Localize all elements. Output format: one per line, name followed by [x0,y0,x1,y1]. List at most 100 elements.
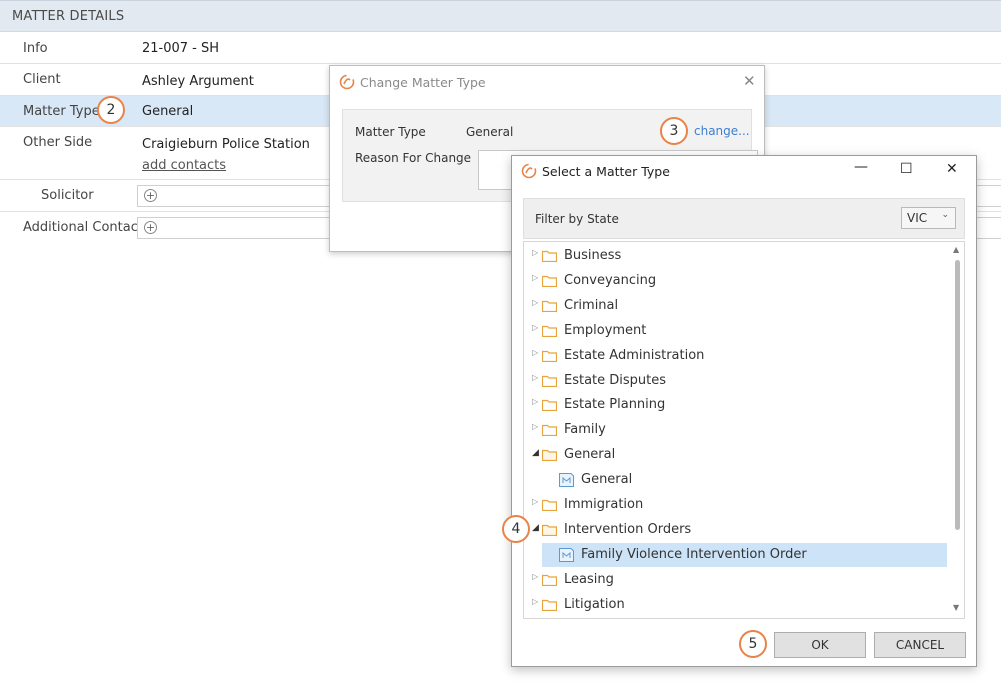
tree-folder-item[interactable]: ▷ Estate Administration [524,344,947,368]
scroll-down-icon[interactable]: ▼ [953,603,959,612]
tree-folder-item[interactable]: ▷ Employment [524,319,947,343]
dialog-title: Change Matter Type [360,75,486,90]
tree-folder-item[interactable]: ◢ General [524,443,947,467]
folder-icon [542,325,557,337]
select-matter-type-dialog: Select a Matter Type — ☐ ✕ Filter by Sta… [511,155,977,667]
scroll-up-icon[interactable]: ▲ [953,245,959,254]
tree-item-label: General [564,447,616,463]
folder-icon [542,350,557,362]
tree-item-label: Immigration [564,497,644,512]
tree-scrollbar[interactable]: ▲ ▼ [950,242,964,618]
client-value[interactable]: Ashley Argument [142,74,254,89]
folder-icon [542,499,557,511]
minimize-icon[interactable]: — [854,159,868,175]
info-row: Info 21-007 - SH [0,32,1001,64]
expand-arrow-icon[interactable]: ▷ [532,497,538,506]
other-side-label: Other Side [23,135,93,150]
reason-label: Reason For Change [355,151,472,165]
panel-title: MATTER DETAILS [0,0,1001,32]
tree-item-label: Family Violence Intervention Order [581,546,807,562]
tree-item-label: Leasing [564,571,614,587]
matter-template-icon [559,473,574,488]
step-2-callout: 2 [97,96,125,124]
folder-icon [542,300,557,312]
expand-arrow-icon[interactable]: ▷ [532,273,538,282]
tree-folder-item[interactable]: ▷ Leasing [524,568,947,592]
expand-arrow-icon[interactable]: ▷ [532,373,538,382]
close-icon[interactable]: ✕ [946,161,958,177]
maximize-icon[interactable]: ☐ [900,161,913,177]
tree-item-label: Litigation [564,596,625,612]
tree-item-label: Estate Disputes [564,372,667,388]
folder-icon [542,400,557,412]
tree-item-label: Estate Administration [564,347,705,363]
tree-item-label: General [581,472,633,488]
tree-folder-item[interactable]: ▷ Conveyancing [524,269,947,293]
tree-folder-item[interactable]: ▷ Criminal [524,294,947,318]
expand-arrow-icon[interactable]: ▷ [532,298,538,307]
change-link[interactable]: change... [694,124,750,138]
chevron-down-icon: ⌄ [941,210,949,220]
matter-type-value[interactable]: General [142,104,193,119]
app-logo-icon [339,74,355,90]
matter-type-label: Matter Type [23,104,100,119]
collapse-arrow-icon[interactable]: ◢ [532,448,539,458]
matter-template-icon [559,547,574,562]
add-solicitor-icon[interactable]: + [144,189,157,202]
folder-icon [542,250,557,262]
step-3-callout: 3 [660,117,688,145]
tree-folder-item[interactable]: ▷ Litigation [524,593,947,617]
info-label: Info [23,41,48,56]
folder-icon [542,450,557,462]
scrollbar-thumb[interactable] [955,260,960,530]
additional-contact-label: Additional Contact [23,220,143,235]
tree-folder-item[interactable]: ▷ Family [524,418,947,442]
folder-icon [542,524,557,536]
step-5-callout: 5 [739,630,767,658]
folder-icon [542,275,557,287]
collapse-arrow-icon[interactable]: ◢ [532,523,539,533]
other-side-value[interactable]: Craigieburn Police Station [142,137,310,152]
tree-folder-item[interactable]: ▷ Estate Disputes [524,369,947,393]
folder-icon [542,599,557,611]
add-contacts-link[interactable]: add contacts [142,158,226,173]
state-select[interactable]: VIC ⌄ [901,207,956,229]
app-logo-icon [521,163,537,179]
matter-type-field-label: Matter Type [355,125,426,139]
tree-folder-item[interactable]: ▷ Immigration [524,493,947,517]
expand-arrow-icon[interactable]: ▷ [532,572,538,581]
state-value: VIC [907,211,928,225]
tree-folder-item[interactable]: ▷ Estate Planning [524,393,947,417]
dialog-title: Select a Matter Type [542,164,670,179]
close-icon[interactable]: ✕ [743,72,756,90]
expand-arrow-icon[interactable]: ▷ [532,248,538,257]
filter-bar: Filter by State VIC ⌄ [523,198,965,239]
expand-arrow-icon[interactable]: ▷ [532,422,538,431]
tree-item-label: Intervention Orders [564,521,692,537]
expand-arrow-icon[interactable]: ▷ [532,348,538,357]
expand-arrow-icon[interactable]: ▷ [532,323,538,332]
matter-type-tree[interactable]: ▷ Business ▷ Conveyancing ▷ Criminal ▷ Employme… [523,241,965,619]
tree-folder-item[interactable]: ▷ Business [524,244,947,268]
matter-type-field-value: General [466,125,514,139]
tree-matter-item[interactable]: Family Violence Intervention Order [542,542,947,567]
add-additional-contact-icon[interactable]: + [144,221,157,234]
tree-item-label: Conveyancing [564,272,657,288]
step-4-callout: 4 [502,515,530,543]
ok-button[interactable]: OK [774,632,866,658]
folder-icon [542,375,557,387]
folder-icon [542,425,557,437]
expand-arrow-icon[interactable]: ▷ [532,597,538,606]
tree-item-label: Estate Planning [564,397,666,413]
solicitor-label: Solicitor [41,188,94,203]
client-label: Client [23,72,61,87]
filter-label: Filter by State [535,212,619,226]
tree-item-label: Employment [564,322,647,338]
tree-item-label: Criminal [564,297,619,313]
tree-folder-item[interactable]: ◢ Intervention Orders [524,518,947,542]
cancel-button[interactable]: CANCEL [874,632,966,658]
expand-arrow-icon[interactable]: ▷ [532,397,538,406]
info-value: 21-007 - SH [142,41,220,56]
tree-matter-item[interactable]: General [542,468,947,492]
folder-icon [542,574,557,586]
